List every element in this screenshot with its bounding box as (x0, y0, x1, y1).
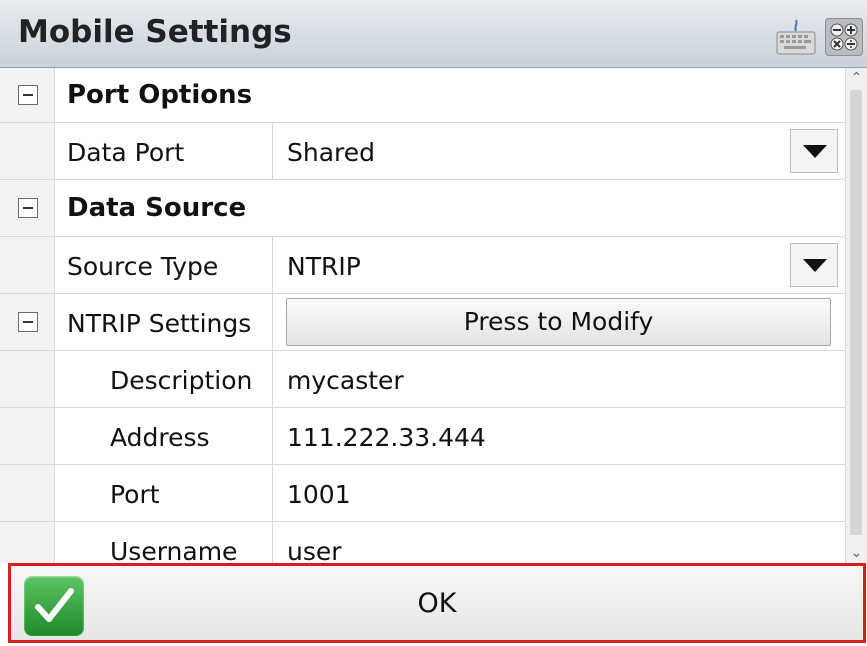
row-gutter (0, 522, 55, 563)
column-divider (272, 123, 273, 179)
dropdown-arrow-icon[interactable] (790, 129, 838, 173)
calculator-icon[interactable] (825, 18, 863, 56)
column-divider (272, 465, 273, 521)
property-row-address: Address 111.222.33.444 (0, 408, 845, 465)
scroll-up-icon[interactable]: ⌃ (846, 68, 867, 88)
property-row-username: Username user (0, 522, 845, 563)
column-divider (272, 237, 273, 293)
username-value[interactable]: user (287, 537, 342, 563)
collapse-toggle-icon[interactable] (18, 85, 38, 105)
property-label: NTRIP Settings (67, 309, 252, 338)
property-grid: Port Options Data Port Shared Data Sourc… (0, 68, 845, 563)
collapse-toggle-icon[interactable] (18, 312, 38, 332)
category-label: Port Options (67, 80, 253, 110)
row-gutter (0, 68, 55, 122)
row-gutter (0, 237, 55, 293)
row-gutter (0, 351, 55, 407)
port-value[interactable]: 1001 (287, 480, 351, 509)
dropdown-arrow-icon[interactable] (790, 243, 838, 287)
ok-button[interactable]: OK (8, 563, 866, 643)
source-type-value[interactable]: NTRIP (287, 252, 361, 281)
collapse-toggle-icon[interactable] (18, 198, 38, 218)
property-row-data-port: Data Port Shared (0, 123, 845, 180)
property-row-source-type: Source Type NTRIP (0, 237, 845, 294)
vertical-scrollbar[interactable]: ⌃ ⌄ (845, 68, 867, 563)
address-value[interactable]: 111.222.33.444 (287, 423, 486, 452)
row-gutter (0, 123, 55, 179)
property-row-port: Port 1001 (0, 465, 845, 522)
category-data-source: Data Source (0, 180, 845, 237)
property-label: Username (110, 537, 238, 563)
row-gutter (0, 465, 55, 521)
category-label: Data Source (67, 193, 247, 223)
property-label: Description (110, 366, 253, 395)
ok-label: OK (417, 588, 457, 619)
press-to-modify-button[interactable]: Press to Modify (286, 298, 831, 346)
property-label: Port (110, 480, 160, 509)
description-value[interactable]: mycaster (287, 366, 404, 395)
window-title: Mobile Settings (18, 14, 292, 50)
property-label: Address (110, 423, 210, 452)
column-divider (272, 351, 273, 407)
property-label: Source Type (67, 252, 219, 281)
title-bar: Mobile Settings (0, 0, 867, 68)
property-row-description: Description mycaster (0, 351, 845, 408)
property-row-ntrip-settings: NTRIP Settings Press to Modify (0, 294, 845, 351)
scroll-thumb[interactable] (850, 90, 862, 535)
column-divider (272, 522, 273, 563)
property-label: Data Port (67, 138, 185, 167)
data-port-value[interactable]: Shared (287, 138, 375, 167)
row-gutter (0, 408, 55, 464)
keyboard-icon[interactable] (776, 18, 816, 58)
scroll-down-icon[interactable]: ⌄ (846, 543, 867, 563)
row-gutter (0, 180, 55, 236)
column-divider (272, 408, 273, 464)
row-gutter (0, 294, 55, 350)
column-divider (272, 294, 273, 350)
category-port-options: Port Options (0, 68, 845, 123)
